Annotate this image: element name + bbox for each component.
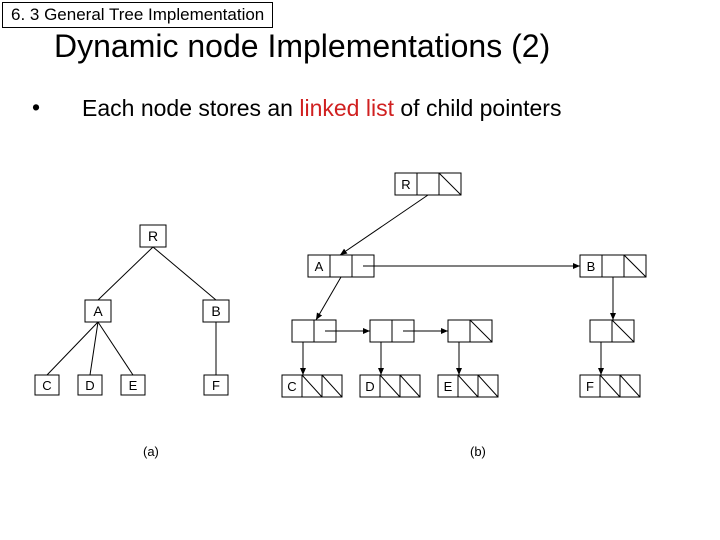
rec-b-label: B: [587, 259, 596, 274]
node-f-label: F: [212, 378, 220, 393]
bullet-suffix: of child pointers: [394, 95, 561, 121]
rec-c-label: C: [287, 379, 296, 394]
breadcrumb: 6. 3 General Tree Implementation: [2, 2, 273, 28]
bullet-highlight: linked list: [299, 95, 394, 121]
tree-a: R A B C D E F: [35, 225, 229, 395]
node-c-label: C: [42, 378, 51, 393]
caption-a: (a): [143, 444, 159, 459]
node-b-label: B: [211, 303, 220, 319]
node-r-label: R: [148, 228, 158, 244]
bullet-item: • Each node stores an linked list of chi…: [32, 94, 700, 124]
node-a-label: A: [93, 303, 103, 319]
caption-b: (b): [470, 444, 486, 459]
rec-f-label: F: [586, 379, 594, 394]
diagram-svg: R A B C D E F R: [0, 165, 720, 455]
rec-r-label: R: [401, 177, 410, 192]
node-d-label: D: [85, 378, 94, 393]
bullet-text: Each node stores an linked list of child…: [82, 94, 561, 124]
rec-e-label: E: [444, 379, 453, 394]
node-e-label: E: [129, 378, 138, 393]
bullet-prefix: Each node stores an: [82, 95, 299, 121]
rec-a-label: A: [315, 259, 324, 274]
page-title: Dynamic node Implementations (2): [54, 28, 550, 65]
diagram-b: R A B: [282, 173, 646, 397]
rec-d-label: D: [365, 379, 374, 394]
bullet-marker: •: [32, 94, 82, 124]
